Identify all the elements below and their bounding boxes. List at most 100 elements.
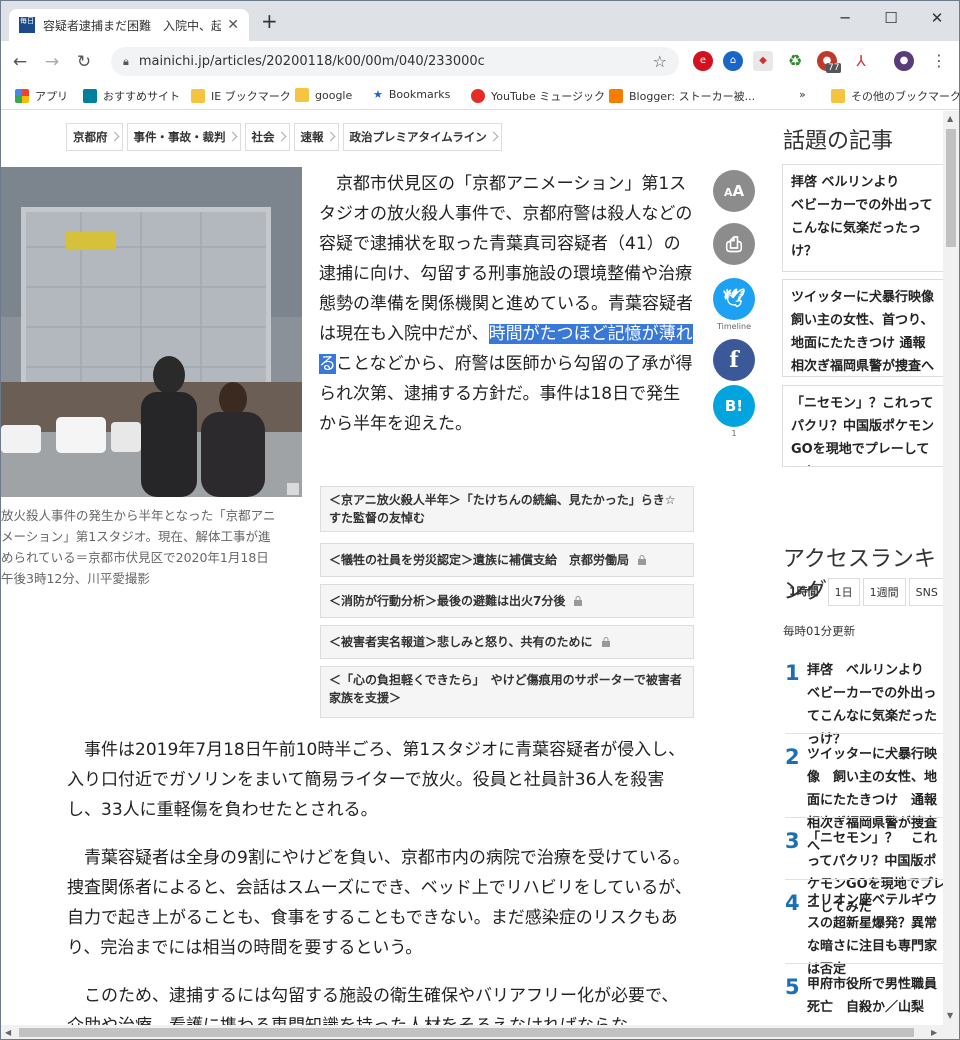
ranking-item[interactable]: 2 ツイッターに犬暴行映像 飼い主の女性、地面にたたきつけ 通報相次ぎ福岡県警が捜… [785, 743, 943, 854]
topic-card-title[interactable]: ベビーカーでの外出ってこんなに気楽だったっけ？ [791, 194, 938, 263]
font-size-button[interactable]: AA [713, 170, 755, 212]
bookmark-other[interactable]: その他のブックマーク [831, 88, 959, 104]
folder-icon [191, 89, 205, 103]
breadcrumb-item[interactable]: 政治プレミアタイムライン [342, 123, 502, 151]
divider [785, 817, 943, 818]
apps-grid-icon [15, 89, 29, 103]
menu-kebab-icon[interactable]: ⋮ [931, 51, 947, 70]
breadcrumb-item[interactable]: 京都府 [66, 123, 123, 151]
extension-pdf-icon[interactable]: ⅄ [851, 51, 871, 71]
reload-icon[interactable]: ↻ [71, 52, 97, 72]
horizontal-scrollbar[interactable]: ◀ ▶ [1, 1025, 959, 1039]
related-link[interactable]: ＜京アニ放火殺人半年＞「たけちんの続編、見たかった」らき☆すた監督の友悼む [320, 486, 694, 532]
profile-avatar-icon[interactable]: ● [894, 51, 914, 71]
lead-text-cont: ことなどから、府警は医師から勾留の了承が得られ次第、逮捕する方針だ。事件は18日… [319, 354, 693, 434]
ranking-tab-1d[interactable]: 1日 [827, 578, 860, 606]
topic-card-title[interactable]: ツイッターに犬暴行映像 飼い主の女性、首つり、地面にたたきつけ 通報相次ぎ福岡県… [791, 286, 943, 376]
hatena-icon[interactable]: B! [713, 385, 755, 427]
ranking-tab-sns[interactable]: SNS [908, 578, 943, 606]
rank-title[interactable]: オリオン座ベテルギウスの超新星爆発？異常な暗さに注目も専門家は否定 [807, 889, 943, 981]
bookmark-ie[interactable]: IE ブックマーク [191, 88, 291, 104]
minimize-button[interactable]: ─ [823, 5, 867, 31]
rank-number: 3 [785, 829, 800, 853]
related-link-text[interactable]: ＜消防が行動分析＞最後の避難は出火7分後 [329, 594, 565, 608]
ranking-updated: 毎時01分更新 [783, 624, 856, 638]
related-link-text[interactable]: ＜被害者実名報道＞悲しみと怒り、共有のために [329, 635, 593, 649]
related-link-text[interactable]: ＜犠牲の社員を労災認定＞遺族に補償支給 京都労働局 [329, 553, 629, 567]
breadcrumb-item[interactable]: 事件・事故・裁判 [126, 123, 241, 151]
horizontal-scroll-thumb[interactable] [19, 1028, 914, 1037]
rank-title[interactable]: 甲府市役所で男性職員死亡 自殺か／山梨 [807, 973, 943, 1019]
photo-scene [1, 167, 302, 497]
topic-card[interactable]: 拝啓 ベルリンよりベビーカーでの外出ってこんなに気楽だったっけ？ [782, 164, 943, 272]
star-icon: ★ [373, 88, 383, 101]
extension-bank-icon[interactable]: ⌂ [723, 51, 743, 71]
close-button[interactable]: ✕ [915, 5, 959, 31]
ranking-tab-1h[interactable]: 1時間 [783, 578, 825, 606]
bookmark-bookmarks[interactable]: ★ Bookmarks [373, 88, 450, 101]
rank-title[interactable]: 拝啓 ベルリンより ベビーカーでの外出ってこんなに気楽だったっけ？ [807, 659, 943, 751]
bookmarks-bar: アプリ おすすめサイト IE ブックマーク google ★ Bookmarks … [1, 82, 959, 110]
scroll-right-icon[interactable]: ▶ [931, 1028, 937, 1037]
ranking-item[interactable]: 5 甲府市役所で男性職員死亡 自殺か／山梨 [785, 973, 943, 1021]
back-icon[interactable]: ← [7, 52, 33, 72]
topic-card-head: 拝啓 ベルリンより [791, 175, 900, 190]
print-icon[interactable]: ⎙ [713, 223, 755, 265]
address-bar[interactable]: 🔒︎ mainichi.jp/articles/20200118/k00/00m… [111, 47, 679, 76]
maximize-button[interactable]: ☐ [869, 5, 913, 31]
extension-shield-icon[interactable]: ◆ [753, 51, 773, 71]
article-photo[interactable] [1, 167, 302, 497]
mainichi-favicon-icon: 毎日 [19, 17, 35, 33]
bookmarks-overflow[interactable]: » [799, 88, 806, 101]
browser-window: 毎日 容疑者逮捕まだ困難 入院中、起訴 ✕ + ─ ☐ ✕ ← → ↻ 🔒︎ m… [0, 0, 960, 1040]
twitter-icon[interactable]: 🕊︎ [713, 278, 755, 320]
tab-active[interactable]: 毎日 容疑者逮捕まだ困難 入院中、起訴 ✕ [9, 9, 249, 41]
ranking-item[interactable]: 4 オリオン座ベテルギウスの超新星爆発？異常な暗さに注目も専門家は否定 [785, 889, 943, 977]
breadcrumb-item[interactable]: 速報 [293, 123, 339, 151]
article-lead: 京都市伏見区の「京都アニメーション」第1スタジオの放火殺人事件で、京都府警は殺人… [319, 169, 693, 439]
rank-number: 2 [785, 745, 800, 769]
related-link-text[interactable]: ＜京アニ放火殺人半年＞「たけちんの続編、見たかった」らき☆すた監督の友悼む [329, 493, 676, 525]
facebook-icon[interactable]: f [713, 339, 755, 381]
topic-card[interactable]: 「ニセモン」？これってパクリ？中国版ポケモンGOを現地でプレーしてみた [782, 385, 943, 467]
forward-icon[interactable]: → [39, 52, 65, 72]
bookmark-recommended[interactable]: おすすめサイト [83, 88, 180, 104]
ranking-tab-1w[interactable]: 1週間 [862, 578, 906, 606]
related-link-text[interactable]: ＜「心の負担軽くできたら」 やけど傷痕用のサポーターで被害者家族を支援＞ [329, 673, 682, 705]
ranking-item[interactable]: 1 拝啓 ベルリンより ベビーカーでの外出ってこんなに気楽だったっけ？ [785, 659, 943, 747]
scroll-left-icon[interactable]: ◀ [5, 1028, 11, 1037]
vertical-scrollbar[interactable]: ▲ ▼ [943, 111, 959, 1025]
ranking-tabs: 1時間 1日 1週間 SNS [783, 578, 943, 606]
related-link[interactable]: ＜犠牲の社員を労災認定＞遺族に補償支給 京都労働局 [320, 543, 694, 577]
bookmark-apps[interactable]: アプリ [15, 88, 68, 104]
body-paragraph: 青葉容疑者は全身の9割にやけどを負い、京都市内の病院で治療を受けている。捜査関係… [67, 848, 692, 958]
new-tab-icon[interactable]: + [261, 11, 278, 31]
breadcrumb-item[interactable]: 社会 [244, 123, 290, 151]
url-text[interactable]: mainichi.jp/articles/20200118/k00/00m/04… [139, 54, 653, 69]
extension-recycle-icon[interactable]: ♻ [785, 51, 805, 71]
divider [785, 733, 943, 734]
lock-icon[interactable]: 🔒︎ [123, 55, 129, 69]
related-link[interactable]: ＜被害者実名報道＞悲しみと怒り、共有のために [320, 625, 694, 659]
related-link[interactable]: ＜消防が行動分析＞最後の避難は出火7分後 [320, 584, 694, 618]
scroll-up-icon[interactable]: ▲ [947, 114, 953, 123]
topic-card-title[interactable]: 「ニセモン」？これってパクリ？中国版ポケモンGOを現地でプレーしてみた [791, 392, 938, 466]
bookmark-star-icon[interactable]: ☆ [653, 52, 667, 71]
scroll-down-icon[interactable]: ▼ [947, 1011, 953, 1020]
topic-card[interactable]: ツイッターに犬暴行映像 飼い主の女性、首つり、地面にたたきつけ 通報相次ぎ福岡県… [782, 279, 943, 377]
tab-strip: 毎日 容疑者逮捕まだ困難 入院中、起訴 ✕ + ─ ☐ ✕ [1, 1, 959, 41]
bookmark-youtube-music[interactable]: YouTube ミュージック [471, 88, 605, 104]
youtube-music-icon [471, 89, 485, 103]
tab-close-icon[interactable]: ✕ [227, 17, 239, 33]
bookmark-google[interactable]: google [295, 88, 352, 102]
ranking-item[interactable]: 3 「ニセモン」？ これってパクリ？中国版ポケモンGOを現地でプレーしてみた [785, 827, 943, 915]
lock-icon [574, 596, 583, 606]
lock-icon [601, 637, 610, 647]
related-link[interactable]: ＜「心の負担軽くできたら」 やけど傷痕用のサポーターで被害者家族を支援＞ [320, 666, 694, 718]
divider [785, 963, 943, 964]
photo-caption: 放火殺人事件の発生から半年となった「京都アニメーション」第1スタジオ。現在、解体… [1, 508, 276, 586]
rank-number: 5 [785, 975, 800, 999]
extension-red-icon[interactable]: e [693, 51, 713, 71]
bookmark-blogger[interactable]: Blogger: ストーカー被... [609, 88, 755, 104]
vertical-scroll-thumb[interactable] [946, 129, 956, 247]
